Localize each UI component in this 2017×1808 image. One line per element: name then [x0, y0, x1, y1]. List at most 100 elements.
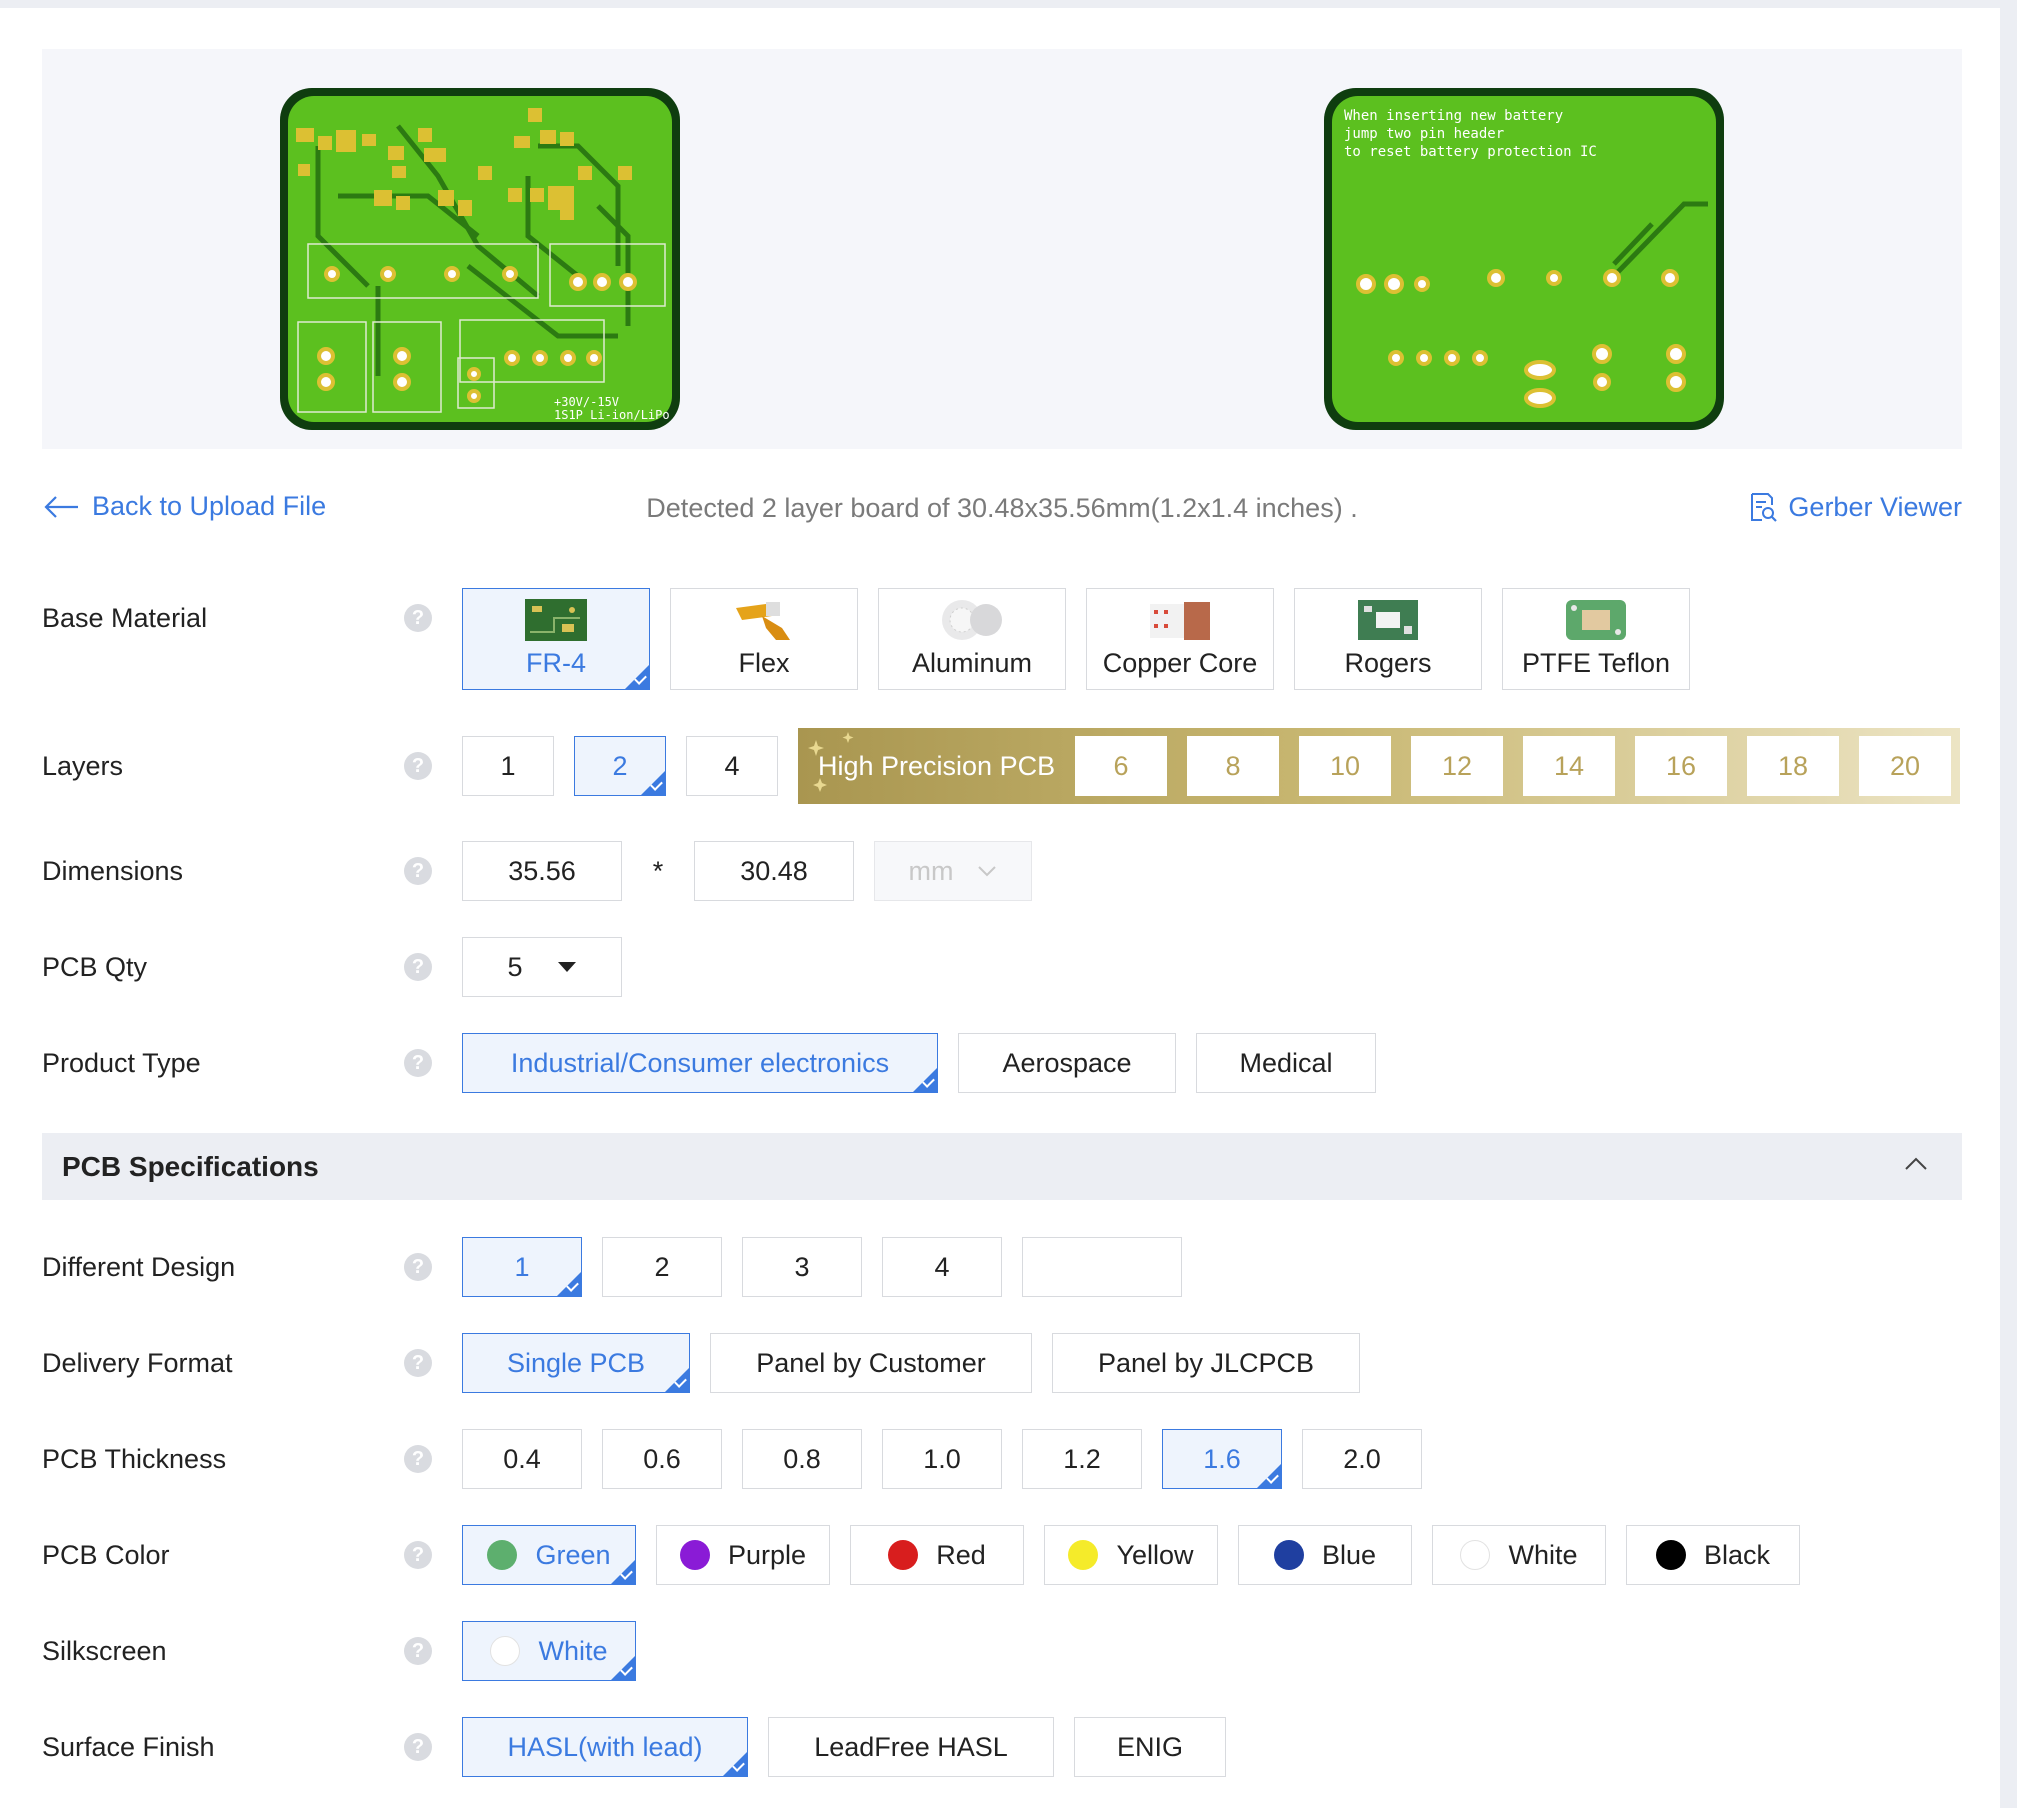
thickness-option-0-4[interactable]: 0.4 — [462, 1429, 582, 1489]
color-yellow-option[interactable]: Yellow — [1044, 1525, 1218, 1585]
color-label: White — [1508, 1539, 1578, 1570]
design-option-4[interactable]: 4 — [882, 1237, 1002, 1297]
delivery-format-options: Single PCB Panel by Customer Panel by JL… — [462, 1333, 1380, 1393]
pcb-thickness-label: PCB Thickness — [42, 1443, 227, 1474]
pcb-color-label: PCB Color — [42, 1539, 170, 1570]
delivery-single-pcb-option[interactable]: Single PCB — [462, 1333, 690, 1393]
layers-label: Layers — [42, 750, 124, 781]
material-label: Copper Core — [1102, 648, 1258, 678]
color-white-option[interactable]: White — [1432, 1525, 1606, 1585]
dimensions-row: Dimensions ? 35.56 * 30.48 mm — [42, 841, 1972, 901]
pcb-specifications-header[interactable]: PCB Specifications — [42, 1133, 1962, 1200]
upload-info-bar: Back to Upload File Detected 2 layer boa… — [42, 478, 1962, 538]
material-copper-core-option[interactable]: Copper Core — [1086, 588, 1274, 690]
layers-option-18[interactable]: 18 — [1747, 736, 1839, 796]
layers-option-1[interactable]: 1 — [462, 736, 554, 796]
help-icon[interactable]: ? — [404, 1733, 432, 1761]
delivery-panel-by-customer-option[interactable]: Panel by Customer — [710, 1333, 1032, 1393]
thickness-option-1-6[interactable]: 1.6 — [1162, 1429, 1282, 1489]
finish-leadfree-hasl-option[interactable]: LeadFree HASL — [768, 1717, 1054, 1777]
rogers-board-icon — [1358, 600, 1418, 640]
help-icon[interactable]: ? — [404, 752, 432, 780]
chevron-up-icon[interactable] — [1904, 1157, 1928, 1171]
dimensions-inputs: 35.56 * 30.48 mm — [462, 841, 1032, 901]
layers-row: Layers ? 1 2 4 High Precision PCB 6 8 10… — [42, 728, 1972, 804]
dimension-width-input[interactable]: 35.56 — [462, 841, 622, 901]
design-option-2[interactable]: 2 — [602, 1237, 722, 1297]
blue-swatch-icon — [1273, 1540, 1304, 1570]
silk-note-line-3: to reset battery protection IC — [1344, 144, 1597, 160]
design-option-1[interactable]: 1 — [462, 1237, 582, 1297]
material-fr4-option[interactable]: FR-4 — [462, 588, 650, 690]
help-icon[interactable]: ? — [404, 1253, 432, 1281]
thickness-option-2-0[interactable]: 2.0 — [1302, 1429, 1422, 1489]
chevron-down-icon — [978, 866, 997, 877]
thickness-option-0-8[interactable]: 0.8 — [742, 1429, 862, 1489]
color-green-option[interactable]: Green — [462, 1525, 636, 1585]
pcb-qty-select[interactable]: 5 — [462, 937, 622, 997]
design-option-3[interactable]: 3 — [742, 1237, 862, 1297]
color-label: Purple — [727, 1539, 807, 1570]
material-label: Rogers — [1344, 648, 1432, 678]
layers-option-10[interactable]: 10 — [1299, 736, 1391, 796]
help-icon[interactable]: ? — [404, 1541, 432, 1569]
pcb-qty-row: PCB Qty ? 5 — [42, 937, 1972, 997]
color-purple-option[interactable]: Purple — [656, 1525, 830, 1585]
pcb-qty-value: 5 — [507, 951, 523, 982]
pcb-top-view: +30V/-15V 1S1P Li-ion/LiPo — [280, 88, 680, 430]
help-icon[interactable]: ? — [404, 1445, 432, 1473]
help-icon[interactable]: ? — [404, 604, 432, 632]
layers-option-20[interactable]: 20 — [1859, 736, 1951, 796]
delivery-panel-by-jlcpcb-option[interactable]: Panel by JLCPCB — [1052, 1333, 1360, 1393]
layers-option-8[interactable]: 8 — [1187, 736, 1279, 796]
product-type-options: Industrial/Consumer electronics Aerospac… — [462, 1033, 1396, 1093]
color-red-option[interactable]: Red — [850, 1525, 1024, 1585]
finish-hasl-lead-option[interactable]: HASL(with lead) — [462, 1717, 748, 1777]
design-custom-input[interactable] — [1022, 1237, 1182, 1297]
color-blue-option[interactable]: Blue — [1238, 1525, 1412, 1585]
material-aluminum-option[interactable]: Aluminum — [878, 588, 1066, 690]
product-type-label: Product Type — [42, 1047, 201, 1078]
help-icon[interactable]: ? — [404, 1637, 432, 1665]
product-type-row: Product Type ? Industrial/Consumer elect… — [42, 1033, 1972, 1093]
product-type-medical-option[interactable]: Medical — [1196, 1033, 1376, 1093]
different-design-row: Different Design ? 1 2 3 4 — [42, 1237, 1972, 1297]
material-ptfe-option[interactable]: PTFE Teflon — [1502, 588, 1690, 690]
silkscreen-row: Silkscreen ? White — [42, 1621, 1972, 1681]
help-icon[interactable]: ? — [404, 1049, 432, 1077]
layers-option-12[interactable]: 12 — [1411, 736, 1503, 796]
base-material-row: Base Material ? FR-4 Flex Aluminum Coppe… — [42, 588, 1972, 690]
layers-option-6[interactable]: 6 — [1075, 736, 1167, 796]
layers-option-14[interactable]: 14 — [1523, 736, 1615, 796]
silkscreen-white-option[interactable]: White — [462, 1621, 636, 1681]
color-label: Blue — [1321, 1539, 1377, 1570]
help-icon[interactable]: ? — [404, 953, 432, 981]
material-rogers-option[interactable]: Rogers — [1294, 588, 1482, 690]
color-label: Black — [1703, 1539, 1771, 1570]
pcb-specifications-title: PCB Specifications — [62, 1150, 319, 1182]
surface-finish-options: HASL(with lead) LeadFree HASL ENIG — [462, 1717, 1246, 1777]
material-flex-option[interactable]: Flex — [670, 588, 858, 690]
product-type-aerospace-option[interactable]: Aerospace — [958, 1033, 1176, 1093]
layers-option-4[interactable]: 4 — [686, 736, 778, 796]
help-icon[interactable]: ? — [404, 857, 432, 885]
gerber-viewer-link[interactable]: Gerber Viewer — [1746, 491, 1962, 523]
base-material-options: FR-4 Flex Aluminum Copper Core Rogers PT… — [462, 588, 1710, 690]
thickness-option-1-0[interactable]: 1.0 — [882, 1429, 1002, 1489]
layers-option-2[interactable]: 2 — [574, 736, 666, 796]
thickness-option-1-2[interactable]: 1.2 — [1022, 1429, 1142, 1489]
unit-select[interactable]: mm — [874, 841, 1032, 901]
dimension-height-input[interactable]: 30.48 — [694, 841, 854, 901]
layers-option-16[interactable]: 16 — [1635, 736, 1727, 796]
help-icon[interactable]: ? — [404, 1349, 432, 1377]
green-swatch-icon — [487, 1540, 518, 1570]
black-swatch-icon — [1655, 1540, 1686, 1570]
color-black-option[interactable]: Black — [1626, 1525, 1800, 1585]
finish-enig-option[interactable]: ENIG — [1074, 1717, 1226, 1777]
ptfe-board-icon — [1566, 600, 1626, 640]
surface-finish-row: Surface Finish ? HASL(with lead) LeadFre… — [42, 1717, 1972, 1777]
thickness-option-0-6[interactable]: 0.6 — [602, 1429, 722, 1489]
pcb-color-options: Green Purple Red Yellow Blue White Black — [462, 1525, 1820, 1585]
product-type-industrial-option[interactable]: Industrial/Consumer electronics — [462, 1033, 938, 1093]
dimensions-label: Dimensions — [42, 855, 184, 886]
